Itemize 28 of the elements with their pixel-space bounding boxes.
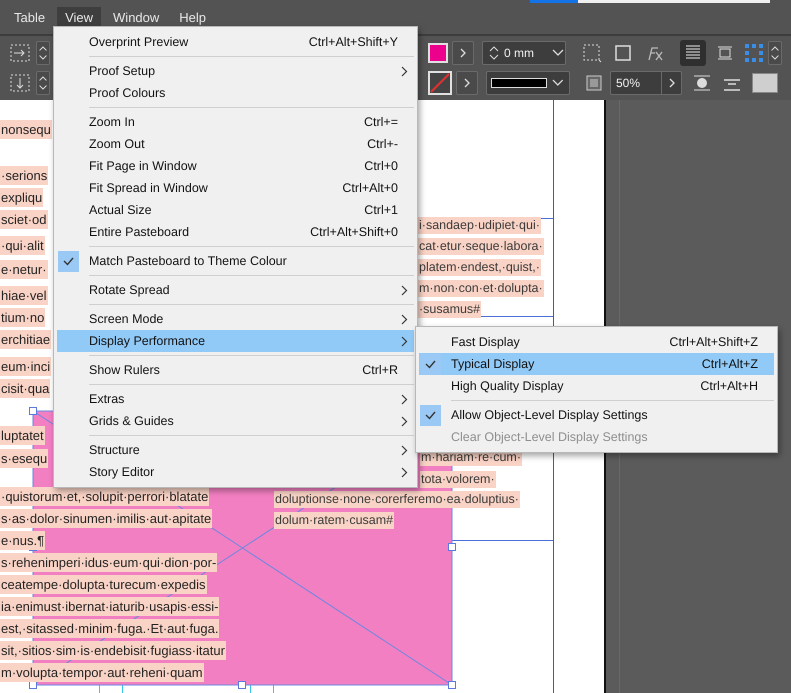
menu-item[interactable]: Typical Display Ctrl+Alt+Z [419,353,774,375]
menu-item[interactable]: Zoom In Ctrl+= [57,111,414,133]
menu-item[interactable]: Proof Setup [57,60,414,82]
menu-item[interactable]: Screen Mode [57,308,414,330]
menu-item[interactable]: Zoom Out Ctrl+- [57,133,414,155]
menu-bar-item[interactable]: Window [105,7,168,27]
menu-item[interactable]: Allow Object-Level Display Settings [419,404,774,426]
opacity-field[interactable]: 50% [610,71,682,95]
menu-item[interactable]: Fit Spread in Window Ctrl+Alt+0 [57,177,414,199]
menu-item[interactable]: Match Pasteboard to Theme Colour [57,250,414,272]
menu-item[interactable]: Actual Size Ctrl+1 [57,199,414,221]
menu-item[interactable]: Rotate Spread [57,279,414,301]
menu-bar-item[interactable]: Table [6,7,54,27]
menu-bar-item[interactable]: View [57,7,102,27]
stroke-weight-field[interactable]: 0 mm [482,41,566,65]
menu-item[interactable]: Entire Pasteboard Ctrl+Alt+Shift+0 [57,221,414,243]
menu-item[interactable]: Structure [57,439,414,461]
menu-item[interactable]: Extras [57,388,414,410]
menu-item[interactable]: Proof Colours [57,82,414,104]
menu-bar-item[interactable]: Help [171,7,214,27]
menu-item[interactable]: High Quality Display Ctrl+Alt+H [419,375,774,397]
menu-item[interactable]: Display Performance [57,330,414,352]
menu-item[interactable]: Overprint Preview Ctrl+Alt+Shift+Y [57,31,414,53]
menu-item[interactable]: Fast Display Ctrl+Alt+Shift+Z [419,331,774,353]
menu-item[interactable]: Show Rulers Ctrl+R [57,359,414,381]
menu-item[interactable]: Grids & Guides [57,410,414,432]
menu-item[interactable]: Story Editor [57,461,414,483]
menu-item[interactable]: Fit Page in Window Ctrl+0 [57,155,414,177]
